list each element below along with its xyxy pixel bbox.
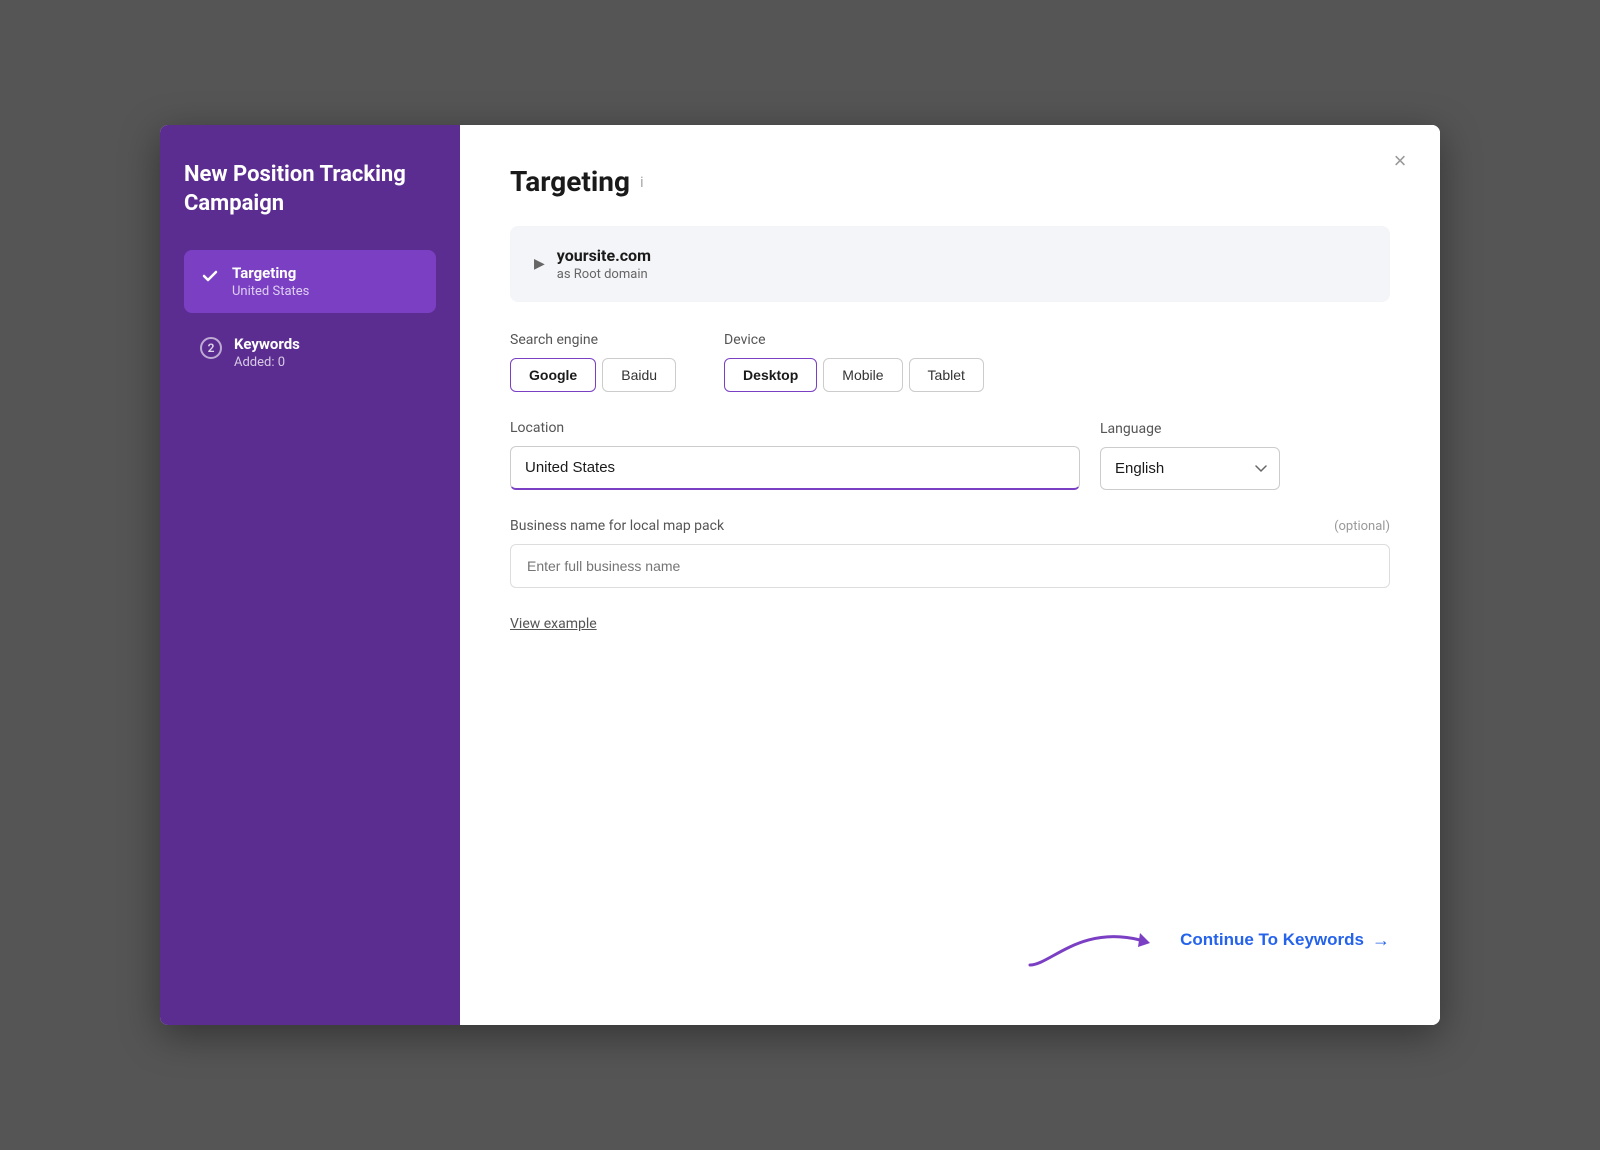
continue-to-keywords-button[interactable]: Continue To Keywords → [1180,930,1390,951]
search-engine-google-button[interactable]: Google [510,358,596,392]
domain-type: as Root domain [557,267,651,282]
search-engine-label: Search engine [510,332,676,348]
continue-button-label: Continue To Keywords [1180,930,1364,950]
chevron-right-icon: ▶ [534,256,545,272]
location-input[interactable] [510,446,1080,490]
sidebar-keywords-label: Keywords [234,335,300,353]
continue-section: Continue To Keywords → [1020,905,1390,975]
location-group: Location [510,420,1080,490]
business-name-input[interactable] [510,544,1390,588]
business-header: Business name for local map pack (option… [510,518,1390,534]
sidebar-item-keywords[interactable]: 2 Keywords Added: 0 [184,321,436,384]
sidebar-targeting-sublabel: United States [232,284,309,299]
modal: New Position Tracking Campaign Targeting… [160,125,1440,1025]
language-group: Language English Spanish French German C… [1100,421,1280,490]
device-label: Device [724,332,984,348]
business-label: Business name for local map pack [510,518,724,534]
domain-card[interactable]: ▶ yoursite.com as Root domain [510,226,1390,302]
arrow-right-icon: → [1372,930,1390,951]
info-icon[interactable]: i [640,173,644,191]
curved-arrow-icon [1020,905,1180,975]
device-mobile-button[interactable]: Mobile [823,358,902,392]
close-button[interactable]: × [1384,145,1416,177]
sidebar-targeting-label: Targeting [232,264,309,282]
location-label: Location [510,420,1080,436]
device-desktop-button[interactable]: Desktop [724,358,817,392]
page-header: Targeting i [510,165,1390,198]
sidebar-keywords-sublabel: Added: 0 [234,355,300,370]
main-content: × Targeting i ▶ yoursite.com as Root dom… [460,125,1440,1025]
sidebar: New Position Tracking Campaign Targeting… [160,125,460,1025]
optional-label: (optional) [1334,519,1390,534]
checkmark-icon [200,266,220,286]
search-engine-group: Search engine Google Baidu [510,332,676,392]
business-section: Business name for local map pack (option… [510,518,1390,588]
device-group: Device Desktop Mobile Tablet [724,332,984,392]
language-label: Language [1100,421,1280,437]
domain-info: yoursite.com as Root domain [557,246,651,282]
view-example-link[interactable]: View example [510,616,597,632]
device-buttons: Desktop Mobile Tablet [724,358,984,392]
sidebar-campaign-title: New Position Tracking Campaign [184,161,436,218]
sidebar-item-targeting[interactable]: Targeting United States [184,250,436,313]
location-language-row: Location Language English Spanish French… [510,420,1390,490]
domain-name: yoursite.com [557,246,651,265]
search-engine-buttons: Google Baidu [510,358,676,392]
keywords-step-number: 2 [200,337,222,359]
search-engine-baidu-button[interactable]: Baidu [602,358,676,392]
device-tablet-button[interactable]: Tablet [909,358,984,392]
options-row: Search engine Google Baidu Device Deskto… [510,332,1390,392]
language-select[interactable]: English Spanish French German Chinese [1100,447,1280,490]
page-title: Targeting [510,165,630,198]
